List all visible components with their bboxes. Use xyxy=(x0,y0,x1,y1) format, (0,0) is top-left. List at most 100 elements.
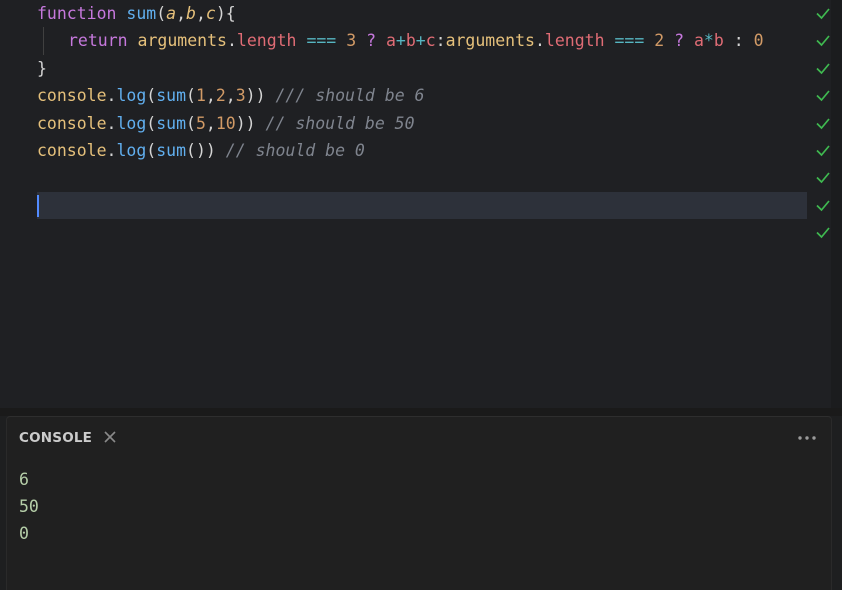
code-line-text: function sum(a,b,c){ xyxy=(37,4,236,23)
code-token: ( xyxy=(156,4,167,23)
check-icon xyxy=(816,172,830,184)
console-output: 6 50 0 xyxy=(19,466,39,547)
indent-guide xyxy=(43,27,44,55)
code-token: log xyxy=(116,140,147,160)
code-token: , xyxy=(195,4,206,23)
console-header: CONSOLE xyxy=(7,417,831,459)
code-token: function xyxy=(37,4,117,23)
code-line[interactable] xyxy=(37,191,807,220)
code-token: c xyxy=(205,4,216,23)
code-token: ( xyxy=(186,113,196,133)
editor-scrollbar-track[interactable] xyxy=(831,0,842,408)
code-token: ( xyxy=(146,86,157,106)
close-icon[interactable] xyxy=(101,428,119,446)
code-token: === xyxy=(614,31,645,51)
code-token: /// should be 6 xyxy=(275,86,425,106)
code-token: 2 xyxy=(654,31,665,51)
console-output-line: 50 xyxy=(19,497,39,516)
check-icon xyxy=(816,35,830,47)
console-output-line: 6 xyxy=(19,470,29,489)
code-token: length xyxy=(236,31,297,51)
code-token: )) xyxy=(245,86,266,106)
code-line-text: console.log(sum(5,10)) // should be 50 xyxy=(37,114,415,133)
code-line[interactable] xyxy=(37,164,807,191)
code-token: length xyxy=(544,31,605,51)
code-area[interactable]: function sum(a,b,c){return arguments.len… xyxy=(37,0,817,220)
code-line-text: } xyxy=(37,59,47,78)
more-horizontal-icon[interactable] xyxy=(797,435,817,441)
console-output-line: 0 xyxy=(19,524,29,543)
code-token: // should be 50 xyxy=(265,113,415,133)
code-token: + xyxy=(415,31,426,51)
code-token: + xyxy=(395,31,406,51)
code-line[interactable]: console.log(sum(5,10)) // should be 50 xyxy=(37,110,807,137)
code-token: return xyxy=(68,31,128,51)
code-token: : xyxy=(733,31,744,51)
code-token: b xyxy=(405,31,416,51)
check-icon xyxy=(816,227,830,239)
code-token: 0 xyxy=(753,31,764,51)
code-token: 3 xyxy=(235,86,246,106)
code-token: 10 xyxy=(215,113,236,133)
code-line[interactable]: return arguments.length === 3 ? a+b+c:ar… xyxy=(37,27,807,55)
code-token: , xyxy=(205,113,216,133)
code-token: b xyxy=(186,4,196,23)
code-token: a xyxy=(166,4,177,23)
code-token: sum xyxy=(156,140,187,160)
code-line[interactable]: console.log(sum()) // should be 0 xyxy=(37,137,807,164)
code-token: log xyxy=(116,113,147,133)
code-editor[interactable]: function sum(a,b,c){return arguments.len… xyxy=(0,0,831,408)
code-token: , xyxy=(205,86,216,106)
code-token: : xyxy=(435,31,446,51)
code-token: . xyxy=(106,113,117,133)
code-token: . xyxy=(534,31,545,51)
panel-divider[interactable] xyxy=(0,408,842,416)
check-icon xyxy=(816,145,830,157)
code-token: , xyxy=(176,4,187,23)
code-line[interactable]: } xyxy=(37,55,807,82)
code-token: 3 xyxy=(346,31,357,51)
code-token: a xyxy=(385,31,396,51)
code-token: )) xyxy=(235,113,256,133)
code-token: ( xyxy=(146,140,157,160)
check-icon xyxy=(816,8,830,20)
code-line[interactable]: function sum(a,b,c){ xyxy=(37,0,807,27)
code-token: sum xyxy=(126,4,157,23)
code-token: log xyxy=(116,86,147,106)
code-token: console xyxy=(37,113,107,133)
code-token: , xyxy=(225,86,236,106)
code-token: ()) xyxy=(186,140,216,160)
code-token: console xyxy=(37,140,107,160)
check-icon xyxy=(816,63,830,75)
code-line-text: return arguments.length === 3 ? a+b+c:ar… xyxy=(37,31,764,50)
code-token: . xyxy=(106,86,117,106)
code-token: 1 xyxy=(195,86,206,106)
code-token: ){ xyxy=(215,4,236,23)
console-panel: CONSOLE 6 50 0 xyxy=(6,416,832,590)
code-line[interactable]: console.log(sum(1,2,3)) /// should be 6 xyxy=(37,82,807,109)
code-token: b xyxy=(713,31,724,51)
code-token: . xyxy=(106,140,117,160)
code-token: sum xyxy=(156,113,187,133)
code-token: . xyxy=(226,31,237,51)
code-token: c xyxy=(425,31,436,51)
code-token: ( xyxy=(146,113,157,133)
code-token: ( xyxy=(186,86,196,106)
code-token: // should be 0 xyxy=(225,140,365,160)
code-token: arguments xyxy=(137,31,227,51)
code-token: 5 xyxy=(195,113,206,133)
console-title: CONSOLE xyxy=(19,430,93,446)
